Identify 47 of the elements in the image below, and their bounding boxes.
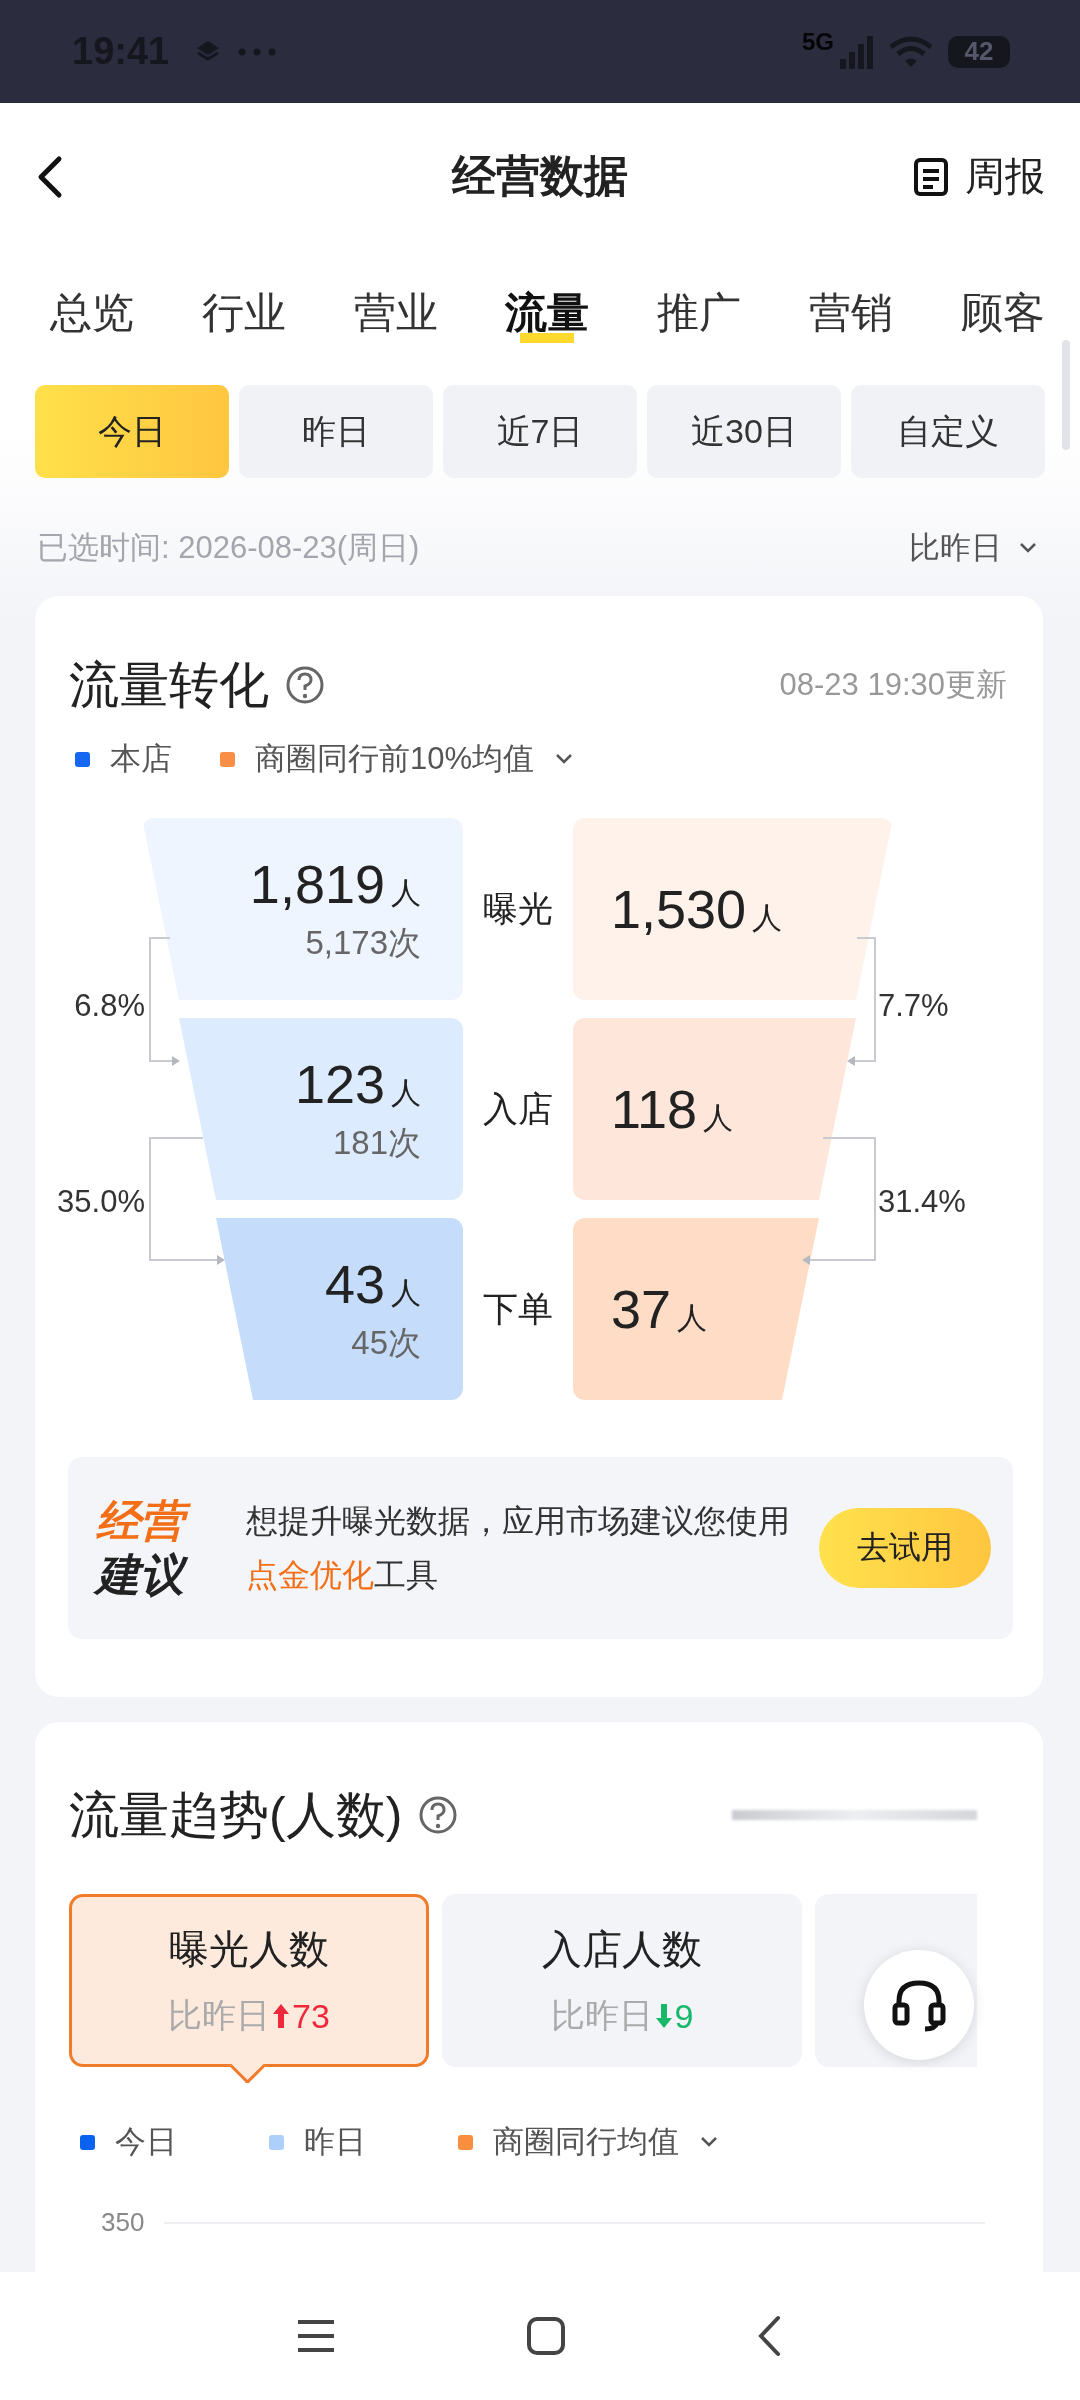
compare-dropdown[interactable]: 比昨日 [909, 527, 1038, 569]
chevron-down-icon[interactable] [554, 752, 575, 766]
card-title: 流量趋势(人数) [69, 1786, 403, 1845]
suggestion-text: 想提升曝光数据，应用市场建议您使用 点金优化工具 [246, 1502, 791, 1595]
more-icon [237, 46, 278, 57]
help-icon[interactable] [285, 665, 325, 705]
date-range-chip[interactable]: 今日 [35, 385, 229, 478]
battery-icon: 42 [948, 35, 1010, 68]
signal-icon [838, 34, 874, 69]
legend-label: 本店 [110, 740, 172, 778]
chevron-down-icon[interactable] [699, 2135, 719, 2149]
selected-time: 已选时间: 2026-08-23(周日) [37, 529, 420, 567]
tab[interactable]: 营销 [809, 250, 894, 370]
tab[interactable]: 营业 [353, 250, 438, 370]
conversion-rate: 6.8% [73, 987, 145, 1025]
legend-label: 今日 [115, 2123, 177, 2161]
metric-tab[interactable]: 入店人数 比昨日 9 [442, 1894, 802, 2067]
tab[interactable]: 行业 [201, 250, 286, 370]
conversion-rate: 35.0% [56, 1183, 145, 1221]
tab[interactable]: 总览 [50, 250, 134, 370]
home-icon[interactable] [526, 2316, 566, 2356]
tab[interactable]: 顾客 [960, 250, 1045, 370]
card-title: 流量转化 [69, 656, 269, 715]
tab[interactable]: 推广 [657, 250, 742, 370]
metric-tab[interactable]: 曝光人数 比昨日 73 [69, 1894, 429, 2067]
report-icon [913, 156, 949, 197]
stage-label: 曝光 [482, 887, 554, 930]
help-icon[interactable] [418, 1795, 459, 1835]
axis-label: 350 [101, 2207, 145, 2238]
legend-label: 商圈同行均值 [493, 2123, 679, 2161]
funnel-tier: 1,819 人 5,173次 [142, 818, 463, 1000]
date-range-chip[interactable]: 近7日 [443, 385, 637, 478]
date-range-chip[interactable]: 近30日 [647, 385, 841, 478]
page-title: 经营数据 [452, 150, 628, 202]
date-range-chip[interactable]: 昨日 [239, 385, 433, 478]
menu-icon[interactable] [296, 2318, 336, 2354]
stage-label: 下单 [482, 1287, 554, 1330]
legend-label: 昨日 [304, 2123, 366, 2161]
update-time: 08-23 19:30更新 [779, 666, 1007, 704]
chevron-down-icon [1018, 541, 1038, 555]
stage-label: 入店 [482, 1087, 554, 1130]
try-button[interactable]: 去试用 [819, 1508, 991, 1588]
wifi-icon [888, 34, 934, 69]
date-range-chip[interactable]: 自定义 [851, 385, 1045, 478]
weekly-report-link[interactable]: 周报 [913, 149, 1045, 204]
legend-label: 商圈同行前10%均值 [255, 740, 535, 778]
badge-text: 经营 [96, 1494, 216, 1548]
